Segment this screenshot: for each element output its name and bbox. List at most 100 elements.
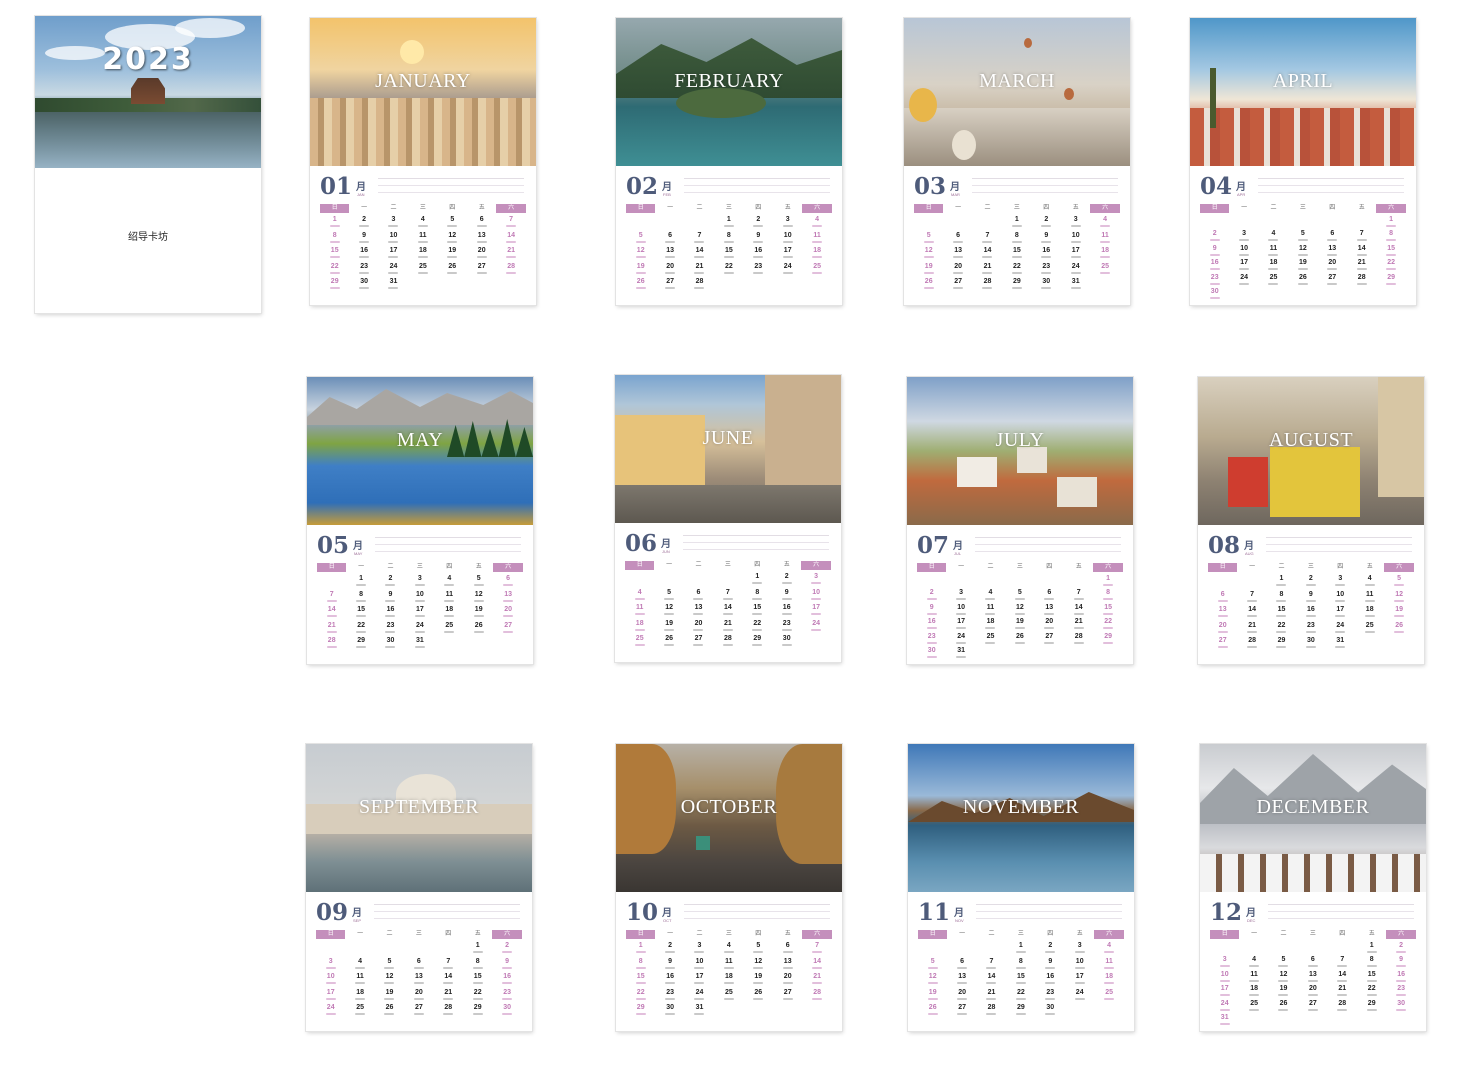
month-page-jul: JULY 07 月 JUL 日一二三四五六 1 2 3 4 5 6 7 8 9 10 11 12 13 14 15 16… [907, 377, 1133, 664]
day-cell: 8 [1376, 230, 1405, 246]
day-cell: 9 [1200, 245, 1229, 261]
days-grid: 1 2 3 4 5 6 7 8 9 10 11 12 13 14 15 16 17 18 19 20 21 22 23 24 2… [914, 216, 1120, 305]
lunar-mark [694, 966, 705, 969]
day-number: 19 [924, 262, 933, 270]
day-cell: 19 [464, 606, 493, 622]
day-cell: 26 [654, 635, 683, 651]
day-cell: 7 [496, 216, 525, 232]
day-cell: 5 [626, 232, 655, 248]
lunar-mark [953, 287, 964, 290]
day-number: 28 [1357, 273, 1366, 281]
day-number: 24 [1075, 988, 1084, 996]
day-number: 19 [1298, 259, 1307, 267]
weekday-header: 日一二三四五六 [625, 561, 831, 570]
lunar-mark [723, 951, 734, 953]
lunar-mark [986, 982, 997, 985]
month-photo: APRIL [1190, 18, 1416, 166]
day-number: 26 [1298, 273, 1307, 281]
day-number: 19 [665, 619, 673, 627]
lunar-mark [782, 997, 793, 1000]
lunar-mark [384, 1013, 395, 1016]
day-number: 21 [507, 247, 515, 255]
lunar-mark [476, 271, 487, 274]
lunar-mark [1041, 225, 1052, 227]
day-number: 13 [1218, 606, 1227, 614]
lunar-mark [694, 240, 705, 243]
day-cell: 22 [320, 263, 349, 279]
day-cell: 14 [434, 973, 463, 989]
day-number: 4 [1103, 216, 1108, 223]
days-grid: 1 2 3 4 5 6 7 8 9 10 11 12 13 14 15 16 17 18 19 20 21 22 23 24 2… [918, 942, 1124, 1031]
lunar-mark [1041, 240, 1052, 243]
day-number: 4 [1252, 956, 1257, 964]
day-number: 15 [1277, 606, 1286, 614]
day-cell: 3 [405, 575, 434, 591]
lunar-mark [1045, 997, 1056, 1000]
day-cell: 8 [743, 589, 772, 605]
day-cell: 15 [714, 247, 743, 263]
weekday-label: 日 [625, 561, 655, 570]
lunar-mark [956, 612, 967, 615]
lunar-mark [985, 612, 996, 615]
day-cell: 21 [317, 622, 346, 638]
lunar-mark [665, 287, 676, 290]
lunar-mark [1014, 641, 1025, 644]
day-cell: 10 [685, 958, 714, 974]
lunar-mark [956, 656, 967, 658]
day-number: 13 [694, 604, 703, 612]
day-number: 12 [1298, 244, 1307, 252]
day-cell: 13 [493, 591, 522, 607]
day-cell: 19 [914, 263, 943, 279]
day-number: 5 [930, 957, 935, 965]
day-number: 31 [957, 647, 965, 654]
weekday-header: 日一二三四五六 [320, 204, 526, 213]
day-number: 9 [388, 590, 393, 598]
day-cell: 12 [918, 973, 947, 989]
weekday-label: 日 [317, 563, 347, 572]
lunar-mark [722, 613, 733, 616]
day-cell: 29 [1267, 637, 1296, 653]
note-lines [374, 904, 520, 925]
day-number: 18 [635, 619, 644, 627]
note-lines [375, 537, 521, 558]
lunar-mark [694, 982, 705, 985]
day-cell: 27 [1298, 1000, 1327, 1016]
lunar-mark [388, 271, 399, 274]
day-number: 17 [1336, 606, 1345, 614]
day-number: 16 [1397, 970, 1405, 978]
day-cell: 15 [320, 247, 349, 263]
day-number: 5 [638, 231, 643, 239]
day-number: 29 [1012, 278, 1021, 286]
day-number: 18 [986, 618, 995, 626]
weekday-label: 二 [1270, 205, 1277, 211]
lunar-mark [1070, 256, 1081, 259]
day-number: 15 [1104, 603, 1112, 611]
lunar-mark [414, 646, 425, 649]
day-number: 4 [1107, 942, 1112, 949]
lunar-mark [957, 1013, 968, 1016]
day-cell: 19 [744, 973, 773, 989]
month-page-jan: JANUARY 01 月 JAN 日一二三四五六 1 2 3 4 5 6 7 8 9 10 11 12 13 14 1… [310, 18, 536, 305]
day-number: 2 [668, 942, 673, 949]
day-cell: 19 [918, 989, 947, 1005]
day-number: 18 [356, 988, 364, 996]
day-number: 22 [330, 262, 339, 270]
days-grid: 1 2 3 4 5 6 7 8 9 10 11 12 13 14 15 16 17 18 19 20 21 22 23 24 2… [1210, 942, 1416, 1031]
weekday-label: 二 [987, 564, 994, 570]
day-number: 1 [1014, 216, 1019, 223]
day-number: 8 [475, 957, 480, 965]
day-cell: 18 [1355, 606, 1384, 622]
lunar-mark [1307, 994, 1318, 997]
day-cell: 5 [1384, 575, 1413, 591]
day-number: 3 [785, 216, 790, 223]
lunar-mark [723, 256, 734, 259]
month-name: MAY [396, 429, 444, 451]
day-cell: 19 [1269, 985, 1298, 1001]
month-page-aug: AUGUST 08 月 AUG 日一二三四五六 1 2 3 4 5 6 7 8 9 10 11 12 13 14 15… [1198, 377, 1424, 664]
lunar-mark [355, 966, 366, 969]
lunar-mark [472, 982, 483, 985]
lunar-mark [781, 597, 792, 600]
lunar-mark [1209, 268, 1220, 271]
lunar-mark [723, 240, 734, 243]
day-number: 25 [1365, 621, 1374, 629]
